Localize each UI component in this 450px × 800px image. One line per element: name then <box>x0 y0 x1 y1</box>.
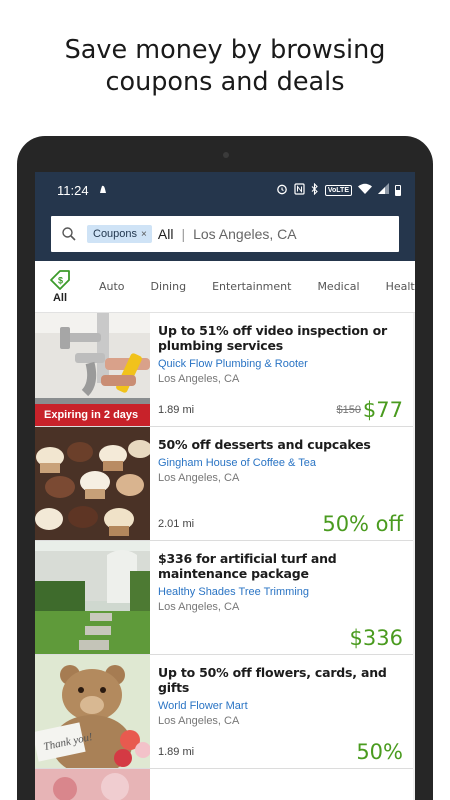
deal-city: Los Angeles, CA <box>158 373 240 385</box>
plumbing-photo: Expiring in 2 days <box>35 313 150 426</box>
chip-label: Coupons <box>93 228 138 240</box>
teddy-bear-photo: Thank you! <box>35 655 150 768</box>
deal-info: Up to 51% off video inspection or plumbi… <box>150 313 413 426</box>
merchant-link[interactable]: World Flower Mart <box>158 700 403 712</box>
location-field[interactable]: Los Angeles, CA <box>193 226 297 242</box>
battery-icon <box>395 184 401 196</box>
deal-title: Up to 50% off flowers, cards, and gifts <box>158 665 387 695</box>
status-bar: 11:24 VoLTE <box>35 172 415 208</box>
wifi-icon <box>358 183 372 197</box>
deal-price: 50% off <box>322 512 403 536</box>
deal-card-plumbing[interactable]: Expiring in 2 days Up to 51% off video i… <box>35 313 413 427</box>
search-input[interactable]: Coupons × All | Los Angeles, CA <box>51 216 399 252</box>
coupons-filter-chip[interactable]: Coupons × <box>87 225 152 243</box>
deal-title: 50% off desserts and cupcakes <box>158 437 371 452</box>
merchant-link[interactable]: Quick Flow Plumbing & Rooter <box>158 358 403 370</box>
deal-distance: 1.89 mi <box>158 404 195 416</box>
search-header: Coupons × All | Los Angeles, CA <box>35 208 415 261</box>
tab-health[interactable]: Healt <box>386 280 415 293</box>
deal-info: Up to 50% off flowers, cards, and gifts … <box>150 655 413 768</box>
promo-headline-line1: Save money by browsing <box>64 35 386 65</box>
bluetooth-icon <box>311 182 319 198</box>
merchant-link[interactable]: Healthy Shades Tree Trimming <box>158 586 403 598</box>
camera-dot <box>223 152 229 158</box>
chip-close-icon[interactable]: × <box>141 229 147 240</box>
notification-icon <box>97 183 109 198</box>
deal-card-turf[interactable]: $336 for artificial turf and maintenance… <box>35 541 413 655</box>
signal-icon <box>378 183 389 197</box>
category-tabs: $ All Auto Dining Entertainment Medical … <box>35 261 415 313</box>
search-icon[interactable] <box>61 226 77 242</box>
price-tag-icon: $ <box>50 270 70 290</box>
deal-price: $77 <box>362 398 403 422</box>
deal-price: $336 <box>349 626 403 650</box>
tab-entertainment[interactable]: Entertainment <box>212 280 291 293</box>
deal-distance: 1.89 mi <box>158 746 195 758</box>
status-time: 11:24 <box>57 182 89 198</box>
promo-headline: Save money by browsing coupons and deals <box>0 34 450 98</box>
search-separator: | <box>181 226 186 242</box>
deal-card-flowers[interactable]: Thank you! Up to 50% off flowers, cards,… <box>35 655 413 769</box>
deal-city: Los Angeles, CA <box>158 601 240 613</box>
nfc-icon <box>294 182 305 198</box>
deal-price: 50% <box>356 740 403 764</box>
turf-photo <box>35 541 150 654</box>
alarm-icon <box>276 183 288 198</box>
search-scope[interactable]: All <box>158 226 174 242</box>
status-icons: VoLTE <box>276 182 401 198</box>
promo-headline-line2: coupons and deals <box>105 67 345 97</box>
deal-title: Up to 51% off video inspection or plumbi… <box>158 323 387 353</box>
partial-photo <box>35 769 150 800</box>
deal-card-desserts[interactable]: 50% off desserts and cupcakes Gingham Ho… <box>35 427 413 541</box>
svg-text:$: $ <box>58 276 63 286</box>
app-screen: 11:24 VoLTE Coupons × All | Los Angeles,… <box>35 172 415 800</box>
deal-info: 50% off desserts and cupcakes Gingham Ho… <box>150 427 413 540</box>
expiring-badge: Expiring in 2 days <box>35 404 150 426</box>
original-price: $150 <box>336 404 361 416</box>
deal-city: Los Angeles, CA <box>158 715 240 727</box>
tab-auto[interactable]: Auto <box>99 280 125 293</box>
tab-dining[interactable]: Dining <box>151 280 187 293</box>
deal-list: Expiring in 2 days Up to 51% off video i… <box>35 313 415 800</box>
deal-card-partial[interactable] <box>35 769 413 800</box>
merchant-link[interactable]: Gingham House of Coffee & Tea <box>158 457 403 469</box>
deal-distance: 2.01 mi <box>158 518 195 530</box>
deal-info: $336 for artificial turf and maintenance… <box>150 541 413 654</box>
deal-title: $336 for artificial turf and maintenance… <box>158 551 337 581</box>
tab-medical[interactable]: Medical <box>317 280 359 293</box>
tab-all[interactable]: $ All <box>49 269 71 304</box>
cupcakes-photo <box>35 427 150 540</box>
tab-all-label: All <box>52 292 68 304</box>
deal-city: Los Angeles, CA <box>158 472 240 484</box>
volte-badge: VoLTE <box>324 184 352 196</box>
